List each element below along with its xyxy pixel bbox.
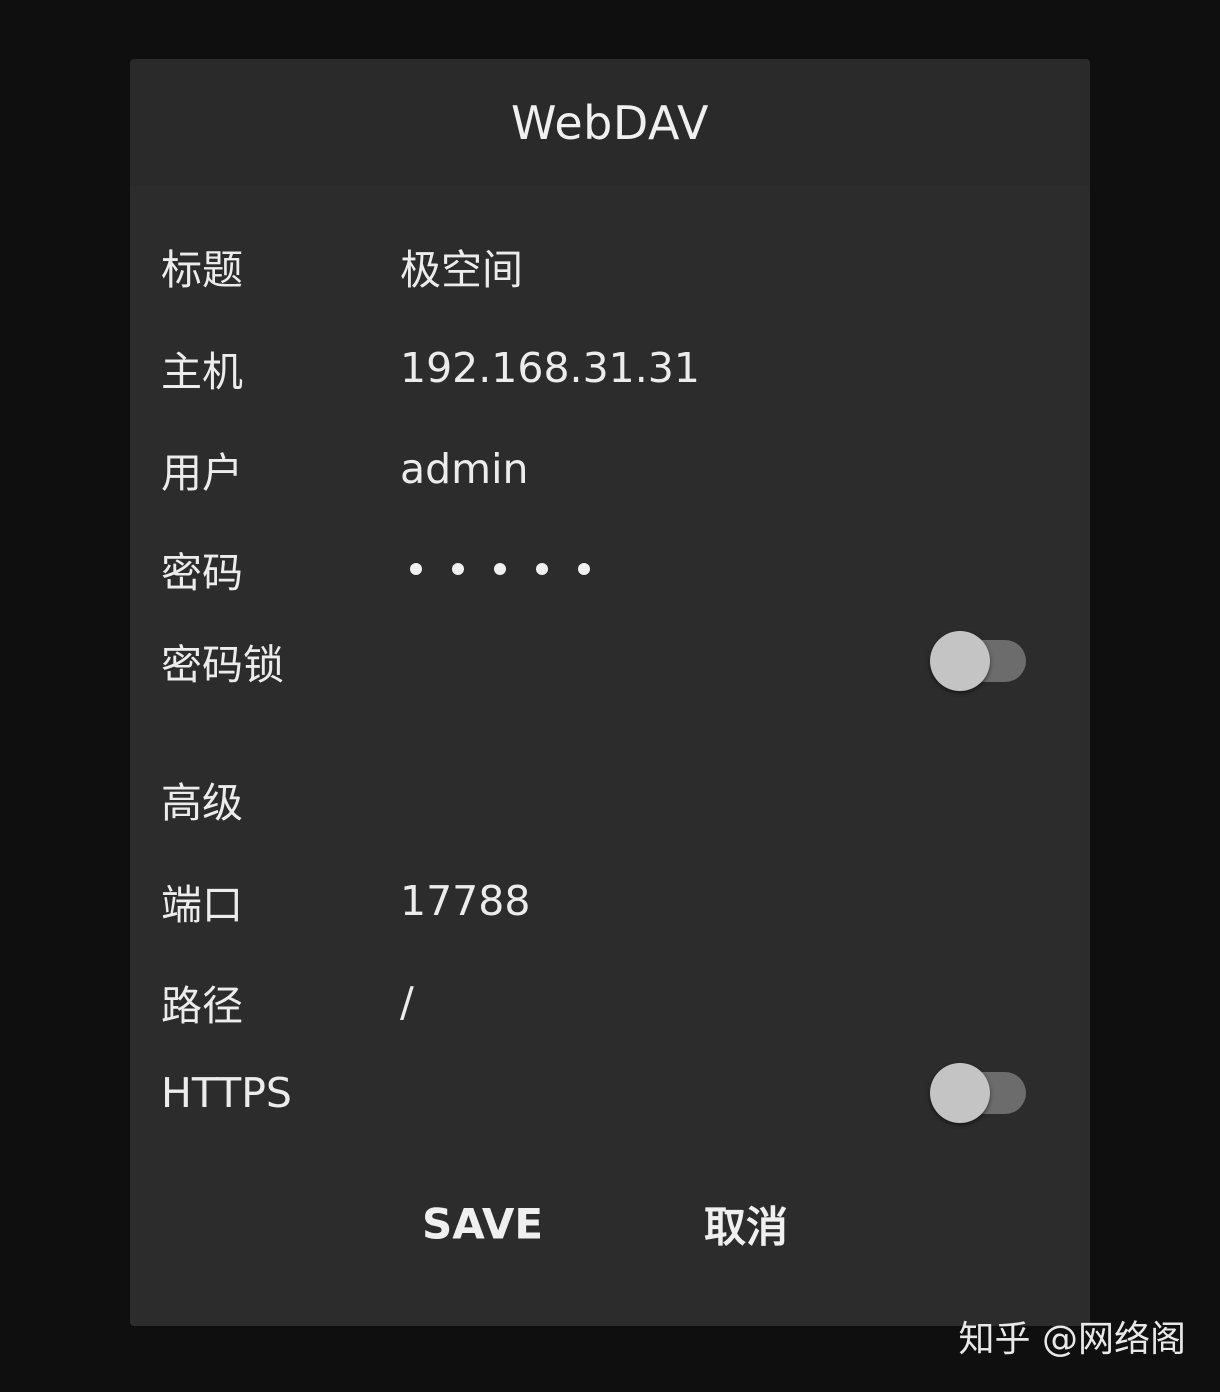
password-masked-value[interactable] (410, 563, 590, 575)
password-row[interactable]: 密码 (130, 539, 1090, 599)
dialog-header: WebDAV (130, 59, 1090, 186)
path-row[interactable]: 路径 / (130, 972, 1090, 1032)
password-dot (410, 563, 422, 575)
advanced-section-header: 高级 (130, 769, 1090, 829)
advanced-section-label: 高级 (161, 779, 243, 827)
host-value[interactable]: 192.168.31.31 (400, 344, 700, 392)
password-dot (578, 563, 590, 575)
https-label: HTTPS (161, 1069, 292, 1117)
password-lock-toggle[interactable] (930, 631, 1026, 691)
cancel-button[interactable]: 取消 (704, 1194, 788, 1255)
toggle-thumb (930, 1063, 990, 1123)
port-value[interactable]: 17788 (400, 877, 530, 925)
password-dot (494, 563, 506, 575)
watermark: 知乎 @网络阁 (958, 1319, 1186, 1360)
user-value[interactable]: admin (400, 445, 528, 493)
title-value[interactable]: 极空间 (400, 236, 523, 296)
title-row[interactable]: 标题 极空间 (130, 236, 1090, 296)
password-dot (452, 563, 464, 575)
https-row[interactable]: HTTPS (130, 1063, 1090, 1123)
title-label: 标题 (161, 246, 243, 294)
password-lock-row[interactable]: 密码锁 (130, 631, 1090, 691)
port-label: 端口 (161, 881, 243, 929)
user-row[interactable]: 用户 admin (130, 439, 1090, 499)
save-button[interactable]: SAVE (422, 1200, 543, 1249)
host-row[interactable]: 主机 192.168.31.31 (130, 338, 1090, 398)
port-row[interactable]: 端口 17788 (130, 871, 1090, 931)
webdav-dialog: WebDAV 标题 极空间 主机 192.168.31.31 用户 admin … (130, 59, 1090, 1326)
password-lock-label: 密码锁 (161, 641, 284, 689)
dialog-actions: SAVE 取消 (130, 1194, 1090, 1254)
https-toggle[interactable] (930, 1063, 1026, 1123)
password-label: 密码 (161, 549, 243, 597)
path-label: 路径 (161, 982, 243, 1030)
password-dot (536, 563, 548, 575)
toggle-thumb (930, 631, 990, 691)
user-label: 用户 (161, 449, 243, 497)
dialog-title: WebDAV (511, 95, 709, 150)
host-label: 主机 (161, 348, 243, 396)
path-value[interactable]: / (400, 978, 414, 1026)
